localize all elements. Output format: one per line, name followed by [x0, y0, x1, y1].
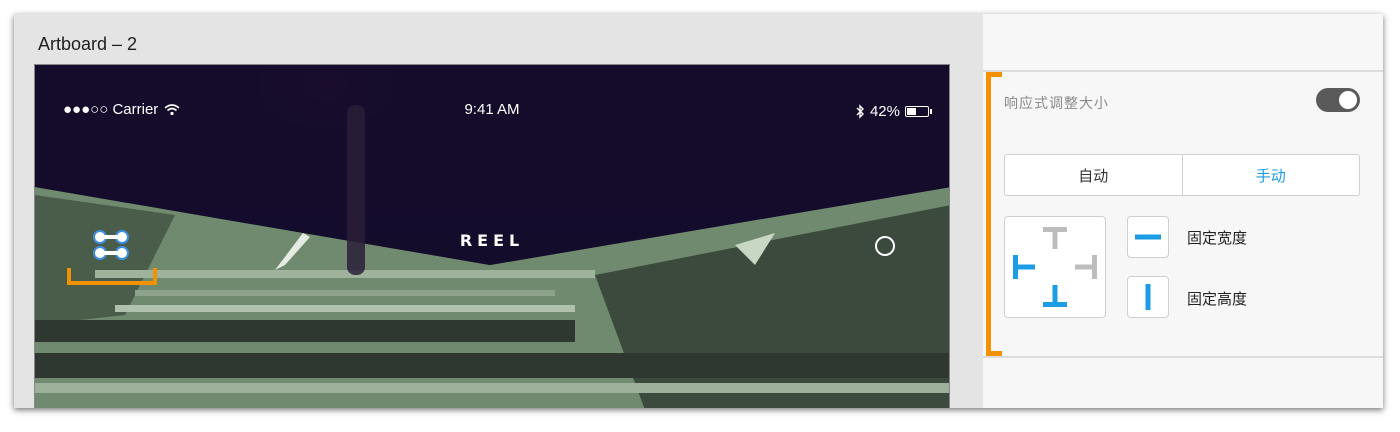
property-inspector: 响应式调整大小 自动 手动 固定宽度 固定高度: [983, 14, 1383, 408]
bluetooth-icon: [856, 104, 864, 119]
pin-top-icon[interactable]: [1043, 227, 1067, 249]
circle-icon[interactable]: [875, 236, 895, 256]
fixed-width-button[interactable]: [1127, 216, 1169, 258]
artboard-title[interactable]: Artboard – 2: [38, 34, 137, 55]
fixed-height-button[interactable]: [1127, 276, 1169, 318]
status-bar-time: 9:41 AM: [464, 101, 520, 118]
fixed-width-icon: [1135, 234, 1161, 240]
battery-percent: 42%: [869, 103, 900, 120]
pin-right-icon[interactable]: [1075, 255, 1097, 279]
status-bar-right: 42%: [855, 103, 932, 120]
responsive-resize-toggle[interactable]: [1316, 88, 1360, 112]
tab-auto[interactable]: 自动: [1005, 155, 1182, 195]
fixed-height-label: 固定高度: [1187, 290, 1248, 308]
pin-constraints-diagram: [1013, 227, 1097, 307]
app-window: Artboard – 2 ●●●○○ Carrier 9:41 AM 42% R…: [14, 14, 1383, 408]
artboard[interactable]: ●●●○○ Carrier 9:41 AM 42% REEL: [34, 64, 950, 408]
pin-constraints-box: [1004, 216, 1106, 318]
battery-icon: [905, 106, 932, 117]
section-highlight-bracket: [986, 72, 1002, 356]
design-canvas[interactable]: Artboard – 2 ●●●○○ Carrier 9:41 AM 42% R…: [14, 14, 983, 408]
fixed-width-label: 固定宽度: [1187, 229, 1248, 247]
pin-bottom-icon[interactable]: [1043, 285, 1067, 307]
nav-title: REEL: [459, 231, 525, 250]
responsive-resize-label: 响应式调整大小: [1004, 96, 1109, 112]
tab-manual[interactable]: 手动: [1181, 155, 1360, 195]
resize-mode-tabs: 自动 手动: [1004, 154, 1360, 196]
panel-header: [983, 14, 1383, 72]
fixed-height-icon: [1145, 284, 1151, 310]
selection-bracket: [67, 268, 157, 285]
responsive-resize-section: 响应式调整大小 自动 手动 固定宽度 固定高度: [983, 72, 1383, 358]
pin-left-icon[interactable]: [1013, 255, 1035, 279]
toggle-knob: [1339, 91, 1357, 109]
